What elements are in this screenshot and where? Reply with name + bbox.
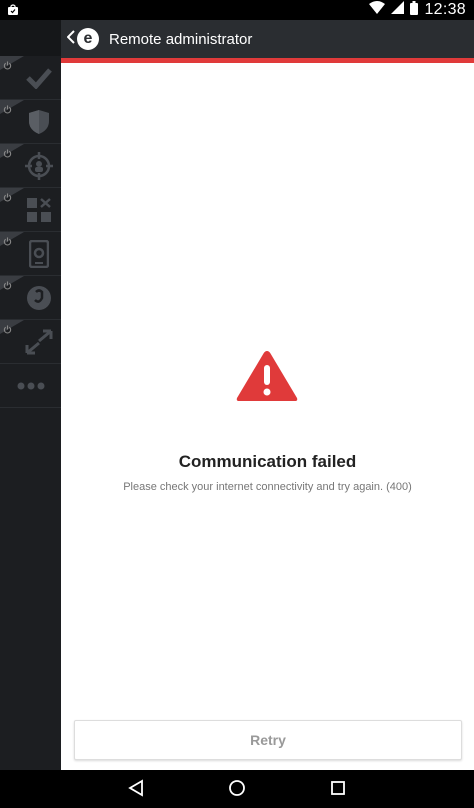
main-content: Communication failed Please check your i…	[61, 63, 474, 770]
page-title: Remote administrator	[109, 30, 253, 48]
cell-signal-icon	[391, 1, 405, 19]
retry-button[interactable]: Retry	[74, 720, 462, 760]
sidebar-item-antivirus[interactable]	[0, 100, 61, 144]
shield-icon	[28, 109, 50, 140]
sidebar-item-anti-theft[interactable]	[0, 144, 61, 188]
app-bar: e Remote administrator	[61, 20, 474, 58]
logo-letter: e	[83, 30, 93, 47]
scan-target-icon	[24, 152, 53, 185]
nav-recents-icon[interactable]	[330, 779, 346, 802]
battery-icon	[410, 0, 419, 20]
sidebar-item-anti-phishing[interactable]	[0, 276, 61, 320]
power-icon	[3, 101, 12, 119]
error-message: Please check your internet connectivity …	[123, 481, 412, 493]
status-bar: 12:38	[0, 0, 474, 20]
more-dots-icon	[17, 377, 45, 395]
sidebar-item-device-security[interactable]	[0, 232, 61, 276]
power-icon	[3, 189, 12, 207]
wifi-icon	[369, 1, 386, 19]
nav-back-icon[interactable]	[128, 779, 144, 802]
sidebar	[0, 20, 61, 770]
chevron-left-icon	[66, 29, 75, 49]
sidebar-item-web-control[interactable]	[0, 320, 61, 364]
lock-badge-icon	[26, 285, 52, 316]
power-icon	[3, 57, 12, 75]
app-grid-icon	[26, 197, 52, 228]
power-icon	[3, 145, 12, 163]
sync-arrows-icon	[25, 329, 53, 360]
notification-bag-icon	[7, 3, 19, 21]
power-icon	[3, 321, 12, 339]
sidebar-item-app-audit[interactable]	[0, 188, 61, 232]
warning-icon	[235, 349, 299, 408]
nav-home-icon[interactable]	[228, 779, 246, 802]
sidebar-item-status[interactable]	[0, 56, 61, 100]
power-icon	[3, 277, 12, 295]
checkmark-icon	[25, 67, 52, 94]
back-button[interactable]: e	[66, 28, 99, 50]
sidebar-item-more[interactable]	[0, 364, 61, 408]
power-icon	[3, 233, 12, 251]
clock: 12:38	[424, 1, 466, 18]
navigation-bar	[0, 770, 474, 808]
device-settings-icon	[28, 239, 49, 273]
eset-logo: e	[77, 28, 99, 50]
error-title: Communication failed	[178, 452, 357, 471]
